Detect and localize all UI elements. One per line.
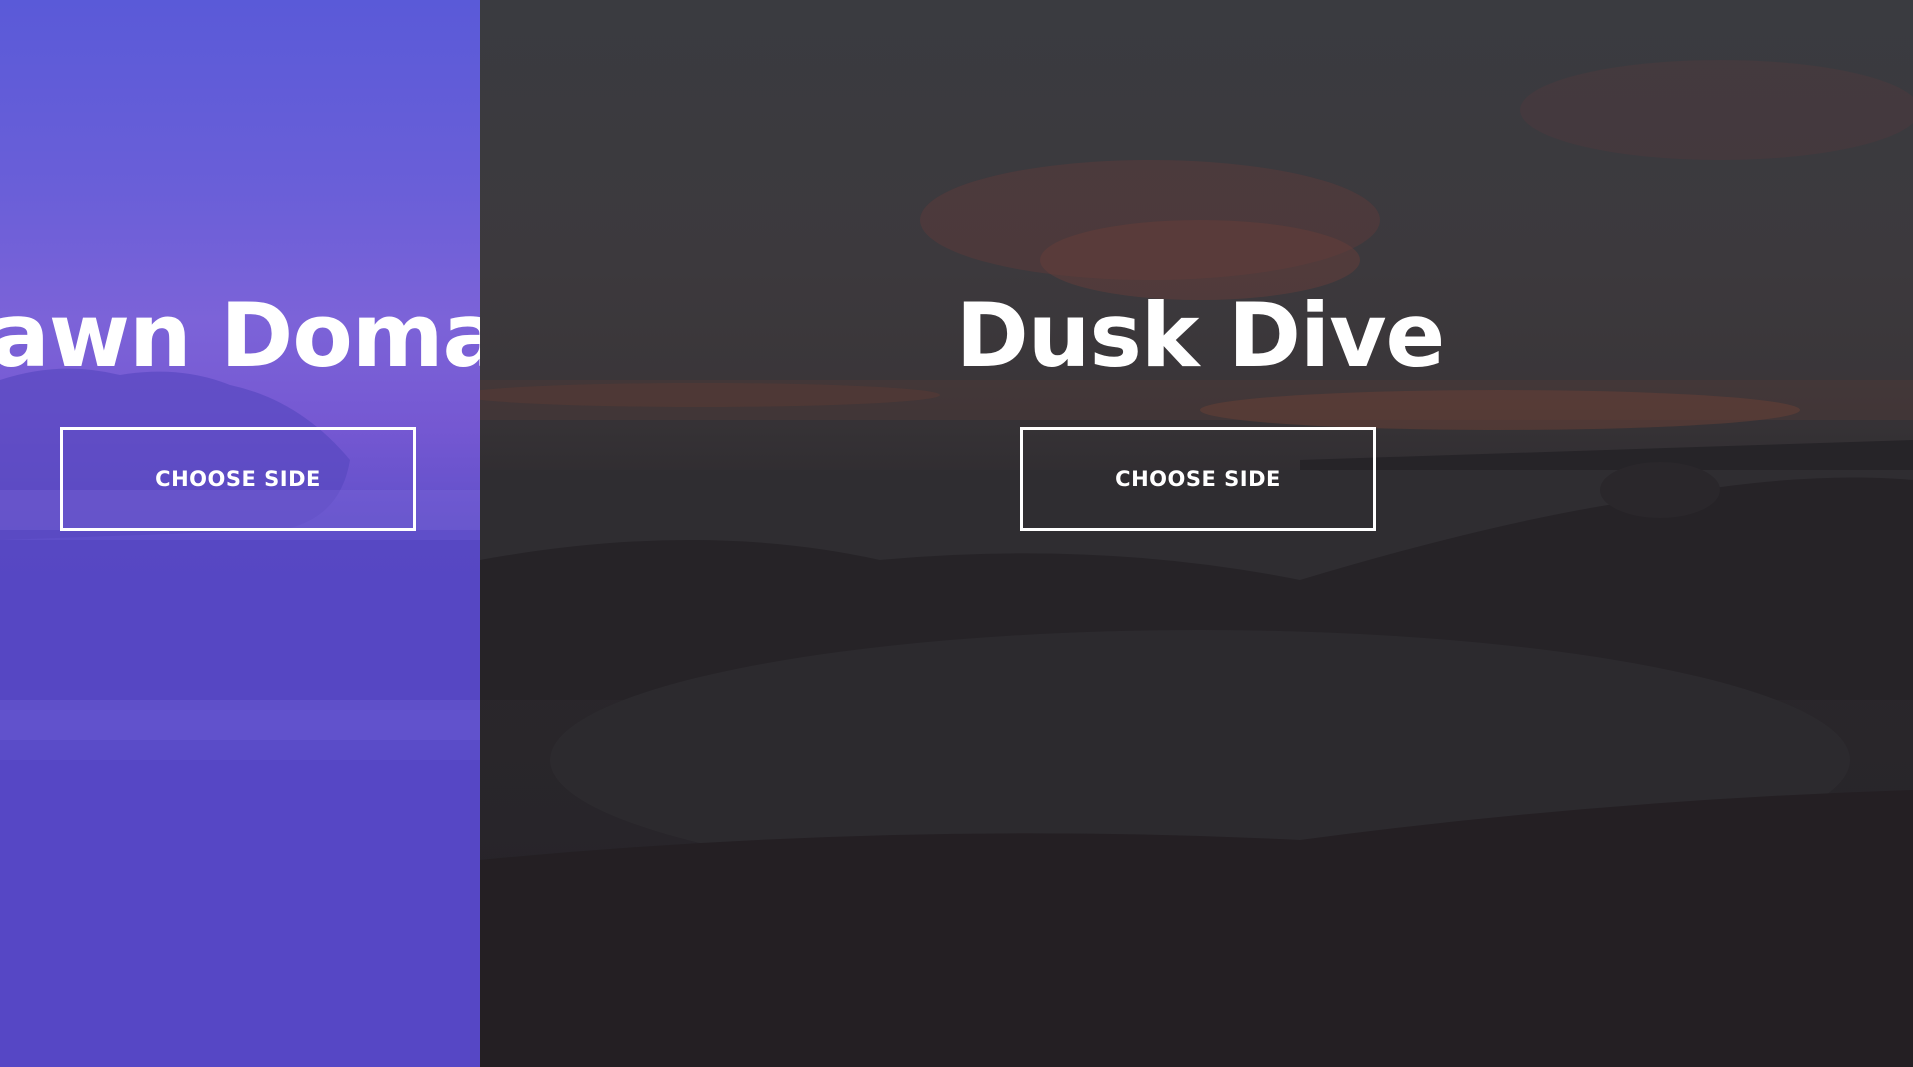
dawn-marsh-image: [0, 368, 480, 1067]
split-landing: Dusk Dive CHOOSE SIDE Dawn Domain CHOOSE…: [0, 0, 1913, 1067]
dusk-choose-side-button[interactable]: CHOOSE SIDE: [1020, 427, 1376, 531]
dawn-panel[interactable]: Dawn Domain CHOOSE SIDE: [0, 0, 480, 1067]
dawn-choose-side-button[interactable]: CHOOSE SIDE: [60, 427, 416, 531]
dawn-title: Dawn Domain: [0, 284, 480, 387]
dusk-title: Dusk Dive: [955, 284, 1446, 387]
